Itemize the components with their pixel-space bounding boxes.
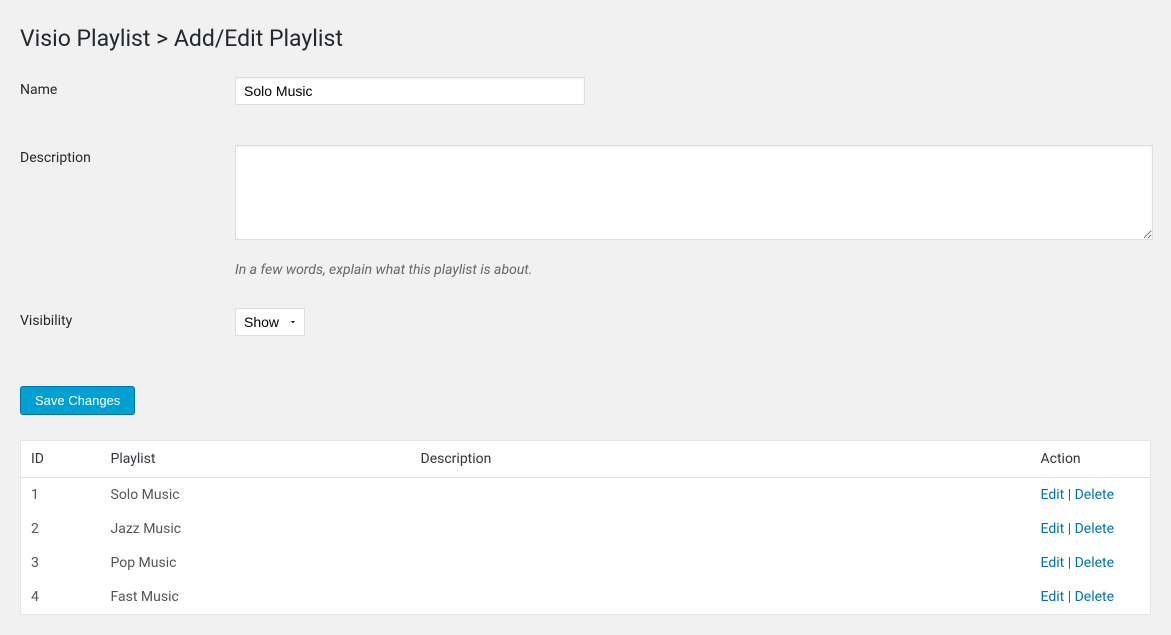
edit-link[interactable]: Edit: [1041, 555, 1065, 571]
visibility-label: Visibility: [20, 308, 235, 329]
edit-link[interactable]: Edit: [1041, 487, 1065, 503]
table-row: 4 Fast Music Edit | Delete: [21, 580, 1151, 615]
visibility-select[interactable]: Show: [235, 308, 305, 336]
save-changes-button[interactable]: Save Changes: [20, 386, 135, 415]
name-input[interactable]: [235, 77, 585, 105]
cell-description: [411, 580, 1031, 615]
delete-link[interactable]: Delete: [1075, 589, 1114, 605]
cell-action: Edit | Delete: [1031, 580, 1151, 615]
cell-action: Edit | Delete: [1031, 478, 1151, 513]
cell-action: Edit | Delete: [1031, 512, 1151, 546]
col-description: Description: [411, 441, 1031, 478]
action-separator: |: [1064, 555, 1074, 571]
cell-playlist: Jazz Music: [101, 512, 411, 546]
description-textarea[interactable]: [235, 145, 1153, 240]
action-separator: |: [1064, 521, 1074, 537]
table-row: 2 Jazz Music Edit | Delete: [21, 512, 1151, 546]
edit-link[interactable]: Edit: [1041, 521, 1065, 537]
col-id: ID: [21, 441, 101, 478]
name-label: Name: [20, 77, 235, 98]
col-playlist: Playlist: [101, 441, 411, 478]
table-row: 3 Pop Music Edit | Delete: [21, 546, 1151, 580]
cell-id: 2: [21, 512, 101, 546]
cell-description: [411, 512, 1031, 546]
cell-action: Edit | Delete: [1031, 546, 1151, 580]
cell-id: 4: [21, 580, 101, 615]
table-row: 1 Solo Music Edit | Delete: [21, 478, 1151, 513]
cell-playlist: Fast Music: [101, 580, 411, 615]
description-help-text: In a few words, explain what this playli…: [235, 262, 1153, 278]
cell-id: 1: [21, 478, 101, 513]
action-separator: |: [1064, 487, 1074, 503]
delete-link[interactable]: Delete: [1075, 521, 1114, 537]
description-label: Description: [20, 145, 235, 166]
page-title: Visio Playlist > Add/Edit Playlist: [20, 25, 1151, 52]
edit-link[interactable]: Edit: [1041, 589, 1065, 605]
cell-id: 3: [21, 546, 101, 580]
delete-link[interactable]: Delete: [1075, 555, 1114, 571]
action-separator: |: [1064, 589, 1074, 605]
cell-playlist: Pop Music: [101, 546, 411, 580]
delete-link[interactable]: Delete: [1075, 487, 1114, 503]
cell-description: [411, 546, 1031, 580]
playlist-table: ID Playlist Description Action 1 Solo Mu…: [20, 440, 1151, 615]
cell-playlist: Solo Music: [101, 478, 411, 513]
cell-description: [411, 478, 1031, 513]
col-action: Action: [1031, 441, 1151, 478]
